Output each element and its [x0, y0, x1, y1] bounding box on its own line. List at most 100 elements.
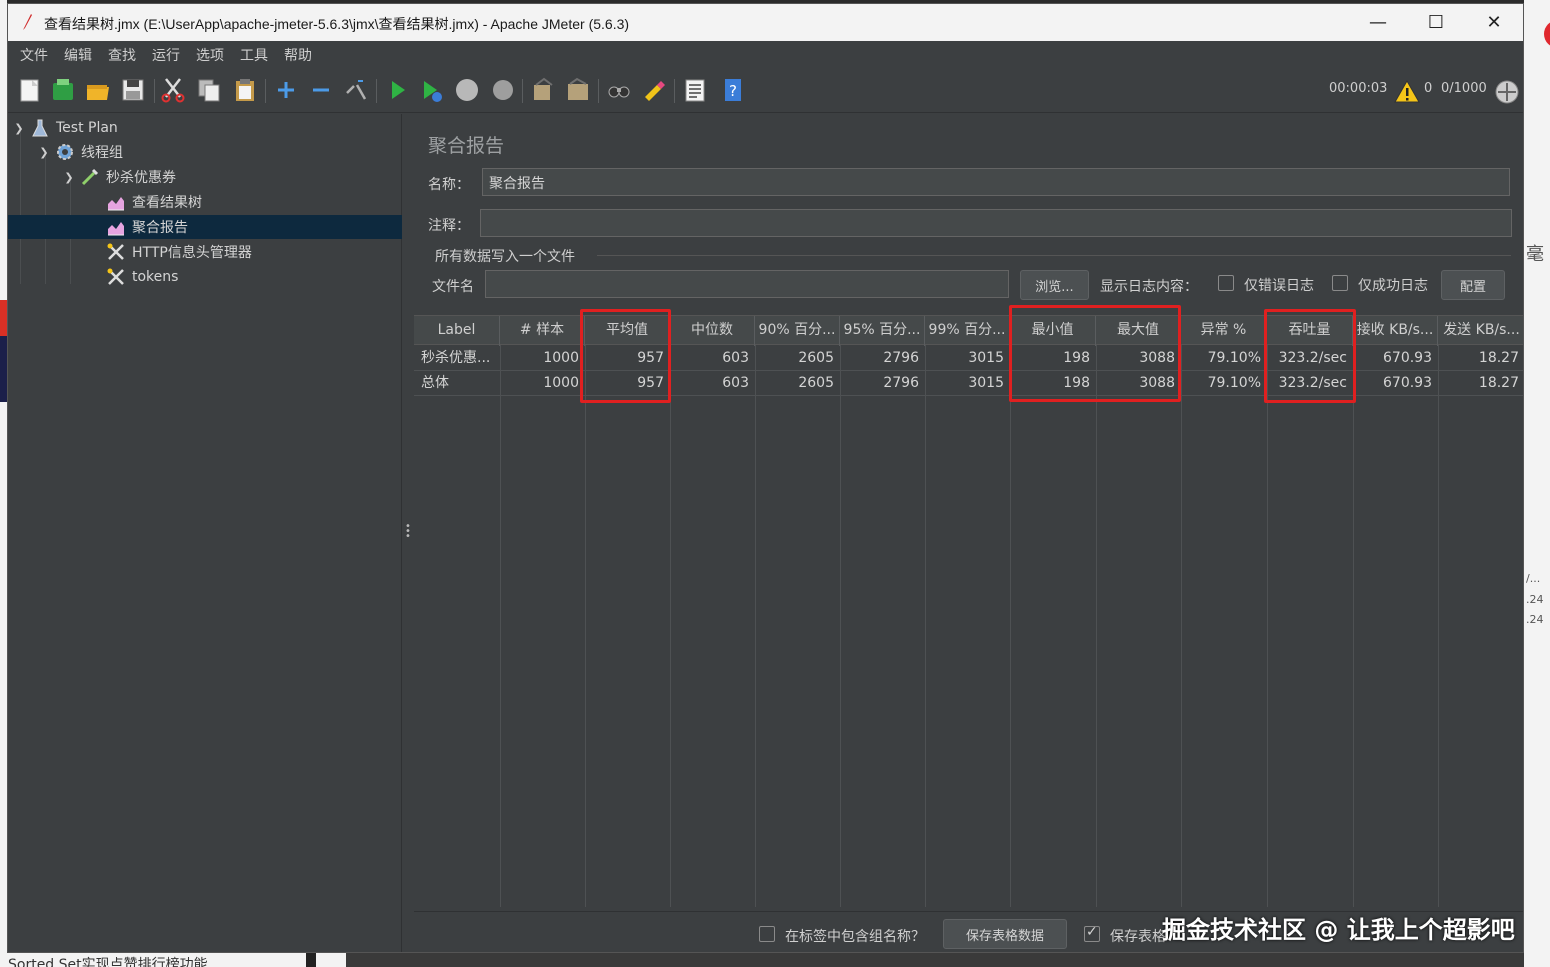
column-header-samples[interactable]: # 样本: [500, 316, 585, 346]
save-header-checkbox[interactable]: [1084, 924, 1100, 942]
configure-button[interactable]: 配置: [1441, 270, 1505, 300]
warning-icon[interactable]: [1394, 79, 1420, 105]
column-header-p90[interactable]: 90% 百分...: [755, 316, 840, 346]
start-no-pause-icon[interactable]: [418, 77, 444, 103]
reset-search-icon[interactable]: [641, 77, 667, 103]
errors-only-checkbox[interactable]: [1218, 275, 1234, 291]
tools-icon: [107, 243, 124, 260]
search-icon[interactable]: [606, 77, 632, 103]
highlight-throughput: [1264, 309, 1356, 403]
browse-button[interactable]: 浏览...: [1020, 270, 1089, 300]
menu-file[interactable]: 文件: [12, 45, 56, 65]
success-only-checkbox[interactable]: [1332, 275, 1348, 291]
tree-item-label: 线程组: [81, 145, 123, 161]
test-plan-tree: ❯ Test Plan ❯ 线程组 ❯ 秒杀优惠券 查看结果树 聚合报告 HTT…: [8, 114, 402, 952]
paste-icon[interactable]: [232, 77, 258, 103]
menu-search[interactable]: 查找: [100, 45, 144, 65]
table-cell: 秒杀优惠...: [421, 350, 491, 366]
title-bar: 查看结果树.jmx (E:\UserApp\apache-jmeter-5.6.…: [8, 4, 1523, 41]
tree-item-http-sampler[interactable]: ❯ 秒杀优惠券: [8, 165, 402, 189]
comment-label: 注释：: [428, 218, 470, 234]
close-button[interactable]: ✕: [1465, 4, 1523, 41]
aggregate-report-panel: 聚合报告 名称： 聚合报告 注释： 所有数据写入一个文件 文件名 浏览... 显…: [414, 114, 1523, 952]
page-title: 聚合报告: [428, 135, 505, 157]
collapse-icon[interactable]: [308, 77, 334, 103]
table-cell: 603: [722, 375, 749, 391]
minimize-button[interactable]: —: [1349, 4, 1407, 41]
save-header-label: 保存表格: [1110, 929, 1166, 945]
desktop-snip: /...: [1526, 572, 1541, 585]
column-header-median[interactable]: 中位数: [670, 316, 755, 346]
table-cell: 总体: [421, 375, 449, 391]
menu-tools[interactable]: 工具: [232, 45, 276, 65]
templates-icon[interactable]: [50, 77, 76, 103]
chevron-down-icon[interactable]: ❯: [62, 171, 76, 184]
tree-item-label: Test Plan: [56, 120, 118, 136]
column-header-p95[interactable]: 95% 百分...: [840, 316, 925, 346]
table-cell: 1000: [543, 350, 579, 366]
tree-item-test-plan[interactable]: ❯ Test Plan: [8, 116, 402, 140]
menu-run[interactable]: 运行: [144, 45, 188, 65]
tree-item-http-header-manager[interactable]: HTTP信息头管理器: [8, 240, 402, 264]
desktop-snip: .24: [1526, 613, 1544, 626]
help-icon[interactable]: ?: [720, 77, 746, 103]
column-header-label[interactable]: Label: [414, 316, 500, 346]
success-only-label: 仅成功日志: [1358, 278, 1428, 294]
comment-field[interactable]: [480, 209, 1512, 237]
column-header-sent[interactable]: 发送 KB/s...: [1438, 316, 1523, 346]
name-field[interactable]: 聚合报告: [482, 168, 1510, 196]
thread-status-icon: [1495, 80, 1519, 104]
stop-icon[interactable]: [454, 77, 480, 103]
menu-help[interactable]: 帮助: [276, 45, 320, 65]
column-header-received[interactable]: 接收 KB/s...: [1353, 316, 1438, 346]
open-icon[interactable]: [85, 77, 111, 103]
file-name-field[interactable]: [485, 270, 1009, 298]
desktop-left-edge: [0, 0, 7, 967]
toggle-icon[interactable]: [343, 77, 369, 103]
table-cell: 2796: [883, 375, 919, 391]
table-cell: 79.10%: [1207, 350, 1261, 366]
maximize-button[interactable]: ☐: [1407, 4, 1465, 41]
expand-icon[interactable]: [273, 77, 299, 103]
desktop-bottom-edge: Sorted Set实现点赞排行榜功能: [0, 953, 1550, 967]
splitter-handle[interactable]: • • •: [405, 522, 411, 542]
tree-item-tokens[interactable]: tokens: [8, 265, 402, 289]
function-helper-icon[interactable]: [682, 77, 708, 103]
start-icon[interactable]: [384, 77, 410, 103]
menu-edit[interactable]: 编辑: [56, 45, 100, 65]
chevron-down-icon[interactable]: ❯: [37, 146, 51, 159]
column-header-error-pct[interactable]: 异常 %: [1181, 316, 1267, 346]
tree-item-thread-group[interactable]: ❯ 线程组: [8, 140, 402, 164]
include-group-checkbox[interactable]: [759, 926, 775, 942]
menu-options[interactable]: 选项: [188, 45, 232, 65]
new-icon[interactable]: [17, 77, 43, 103]
chevron-down-icon[interactable]: ❯: [12, 122, 26, 135]
copy-icon[interactable]: [196, 77, 222, 103]
table-cell: 18.27: [1478, 350, 1519, 366]
warning-count: 0: [1424, 81, 1433, 96]
tree-item-aggregate-report[interactable]: 聚合报告: [8, 215, 402, 239]
desktop-red-badge: [1544, 20, 1550, 48]
jmeter-window: 查看结果树.jmx (E:\UserApp\apache-jmeter-5.6.…: [7, 3, 1524, 953]
cut-icon[interactable]: [160, 77, 186, 103]
save-table-button[interactable]: 保存表格数据: [943, 919, 1067, 949]
chart-icon: [108, 222, 124, 236]
table-cell: 670.93: [1383, 375, 1432, 391]
tree-item-view-results-tree[interactable]: 查看结果树: [8, 190, 402, 214]
file-group-label: 所有数据写入一个文件: [435, 249, 575, 265]
desktop-right-edge: 毫 /... .24 .24: [1524, 0, 1550, 967]
active-threads: 0/1000: [1441, 81, 1487, 96]
column-header-p99[interactable]: 99% 百分...: [925, 316, 1010, 346]
table-cell: 79.10%: [1207, 375, 1261, 391]
save-icon[interactable]: [120, 77, 146, 103]
menu-bar: 文件 编辑 查找 运行 选项 工具 帮助: [8, 41, 1523, 69]
jmeter-feather-icon: [23, 14, 32, 30]
clear-icon[interactable]: [530, 77, 556, 103]
elapsed-time: 00:00:03: [1329, 81, 1388, 96]
tree-item-label: 秒杀优惠券: [106, 170, 176, 186]
clear-all-icon[interactable]: [565, 77, 591, 103]
flask-icon: [32, 119, 48, 137]
gear-icon: [57, 144, 73, 160]
shutdown-icon[interactable]: [490, 77, 516, 103]
file-name-label: 文件名: [432, 279, 474, 295]
